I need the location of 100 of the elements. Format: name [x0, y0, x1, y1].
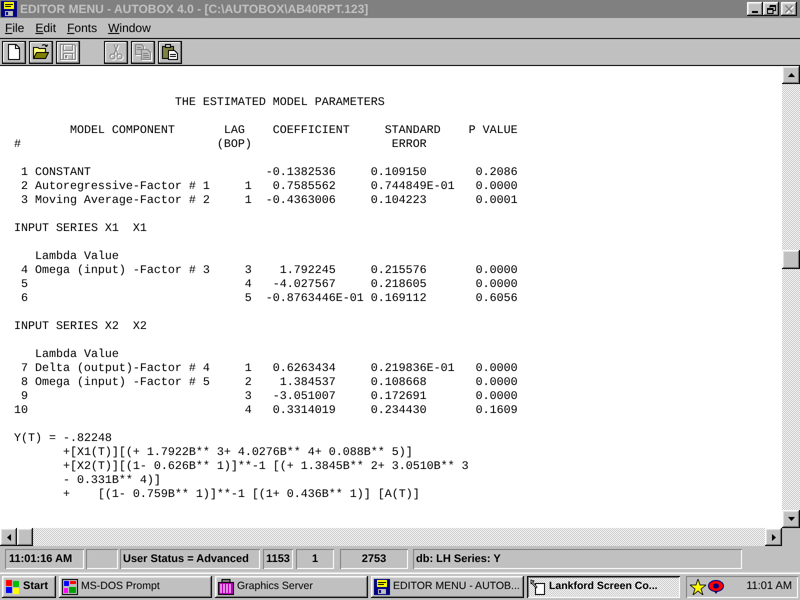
- table-cell: 0.0000: [476, 389, 518, 403]
- speech-bubble-icon[interactable]: [708, 580, 724, 594]
- table-cell: -0.8763446E-01: [266, 291, 364, 305]
- equation-line: +[X2(T)][(1- 0.626B** 1)]**-1 [(+ 1.3845B** 2+ 3.0510B** 3: [62, 459, 469, 473]
- table-cell: 0.744849E-01: [370, 179, 455, 193]
- table-cell: CONSTANT: [34, 165, 91, 179]
- column-header: P VALUE: [468, 123, 518, 137]
- row-number: 2: [20, 179, 28, 193]
- table-cell: Omega (input) -Factor # 3: [34, 263, 210, 277]
- column-header: (BOP): [216, 137, 252, 151]
- star-icon[interactable]: [690, 578, 706, 594]
- row-number: 7: [20, 361, 28, 375]
- table-cell: 2: [244, 375, 252, 389]
- table-cell: 0.6056: [476, 291, 518, 305]
- table-cell: 0.104223: [370, 193, 427, 207]
- table-cell: 0.0000: [476, 361, 518, 375]
- row-number: 9: [20, 389, 28, 403]
- status-counter: 2753: [340, 549, 408, 569]
- table-cell: Delta (output)-Factor # 4: [34, 361, 210, 375]
- new-button[interactable]: [2, 40, 26, 64]
- table-cell: 0.1609: [476, 403, 518, 417]
- column-header: MODEL COMPONENT: [70, 123, 175, 137]
- row-number: 8: [20, 375, 28, 389]
- section-subheading: Lambda Value: [34, 347, 119, 361]
- column-header: #: [14, 137, 21, 151]
- table-cell: 0.0000: [476, 179, 518, 193]
- row-number: 1: [20, 165, 28, 179]
- column-header: STANDARD: [384, 123, 441, 137]
- menu-item[interactable]: Window: [104, 20, 155, 36]
- column-header: LAG: [224, 123, 245, 137]
- table-cell: 1: [244, 361, 252, 375]
- row-number: 6: [20, 291, 28, 305]
- four-squares-icon: [6, 580, 20, 594]
- table-cell: 0.234430: [370, 403, 427, 417]
- arrow-left-icon: [6, 534, 10, 540]
- status-counter: 1153: [263, 549, 293, 569]
- window-title: EDITOR MENU - AUTOBOX 4.0 - [C:\AUTOBOX\AB40RPT.123]: [20, 1, 368, 18]
- scroll-thumb[interactable]: [17, 528, 33, 546]
- equation-line: +[X1(T)][(+ 1.7922B** 3+ 4.0276B** 4+ 0.088B** 5)]: [62, 445, 413, 459]
- table-cell: 0.2086: [476, 165, 518, 179]
- arrow-up-icon: [788, 73, 794, 77]
- scroll-left-button[interactable]: [0, 528, 17, 546]
- table-cell: 4: [244, 403, 252, 417]
- colored-tiles-icon: [62, 578, 78, 594]
- status-time: 11:01:16 AM: [5, 549, 84, 569]
- table-cell: 0.6263434: [272, 361, 336, 375]
- table-cell: 0.215576: [370, 263, 427, 277]
- row-number: 5: [20, 277, 28, 291]
- open-button[interactable]: [29, 40, 53, 64]
- taskbar-button[interactable]: Graphics Server: [215, 576, 368, 598]
- equation-line: - 0.331B** 4)]: [62, 473, 161, 487]
- table-cell: 0.218605: [370, 277, 427, 291]
- column-header: ERROR: [392, 137, 427, 151]
- table-cell: 3: [244, 263, 252, 277]
- scroll-down-button[interactable]: [782, 510, 800, 528]
- restore-button[interactable]: [763, 2, 779, 16]
- table-cell: -0.1382536: [266, 165, 336, 179]
- section-heading: INPUT SERIES X1 X1: [14, 221, 147, 235]
- row-number: 4: [20, 263, 28, 277]
- column-header: COEFFICIENT: [272, 123, 350, 137]
- arrow-down-icon: [788, 517, 794, 521]
- paste-button[interactable]: [158, 40, 182, 64]
- minimize-button[interactable]: [747, 2, 763, 16]
- taskbar-button[interactable]: EDITOR MENU - AUTOB...: [371, 576, 524, 598]
- table-cell: 1: [244, 179, 252, 193]
- taskbar-button[interactable]: Lankford Screen Co...: [527, 576, 680, 598]
- table-cell: 0.0000: [476, 263, 518, 277]
- copy-button[interactable]: [131, 40, 155, 64]
- scroll-thumb[interactable]: [782, 250, 800, 269]
- table-cell: 0.3314019: [272, 403, 336, 417]
- menu-item[interactable]: Edit: [31, 20, 60, 36]
- report-title: THE ESTIMATED MODEL PARAMETERS: [174, 95, 385, 109]
- table-cell: 0.0000: [476, 277, 518, 291]
- scroll-right-button[interactable]: [765, 528, 782, 546]
- pointer-page-icon: [530, 578, 546, 594]
- cut-button[interactable]: [104, 40, 128, 64]
- table-cell: 1: [244, 193, 252, 207]
- user-status: User Status = Advanced: [120, 549, 260, 569]
- menu-item[interactable]: Fonts: [63, 20, 102, 36]
- taskbar-button[interactable]: MS-DOS Prompt: [59, 576, 212, 598]
- table-cell: 3: [244, 389, 252, 403]
- table-cell: -4.027567: [272, 277, 336, 291]
- menu-item[interactable]: File: [1, 20, 28, 36]
- table-cell: 4: [244, 277, 252, 291]
- start-button[interactable]: Start: [2, 576, 56, 598]
- row-number: 10: [14, 403, 28, 417]
- status-database: db: LH Series: Y: [413, 549, 742, 569]
- scroll-up-button[interactable]: [782, 66, 800, 84]
- table-cell: Moving Average-Factor # 2: [34, 193, 210, 207]
- save-button[interactable]: [56, 40, 80, 64]
- table-cell: 1.384537: [280, 375, 336, 389]
- table-cell: Omega (input) -Factor # 5: [34, 375, 210, 389]
- close-button[interactable]: [781, 2, 797, 16]
- table-cell: 0.0000: [476, 375, 518, 389]
- equation-line: Y(T) = -.82248: [14, 431, 112, 445]
- section-heading: INPUT SERIES X2 X2: [14, 319, 147, 333]
- status-pane: [86, 549, 118, 569]
- table-cell: 1.792245: [280, 263, 336, 277]
- table-cell: 0.219836E-01: [370, 361, 455, 375]
- table-cell: 0.7585562: [272, 179, 336, 193]
